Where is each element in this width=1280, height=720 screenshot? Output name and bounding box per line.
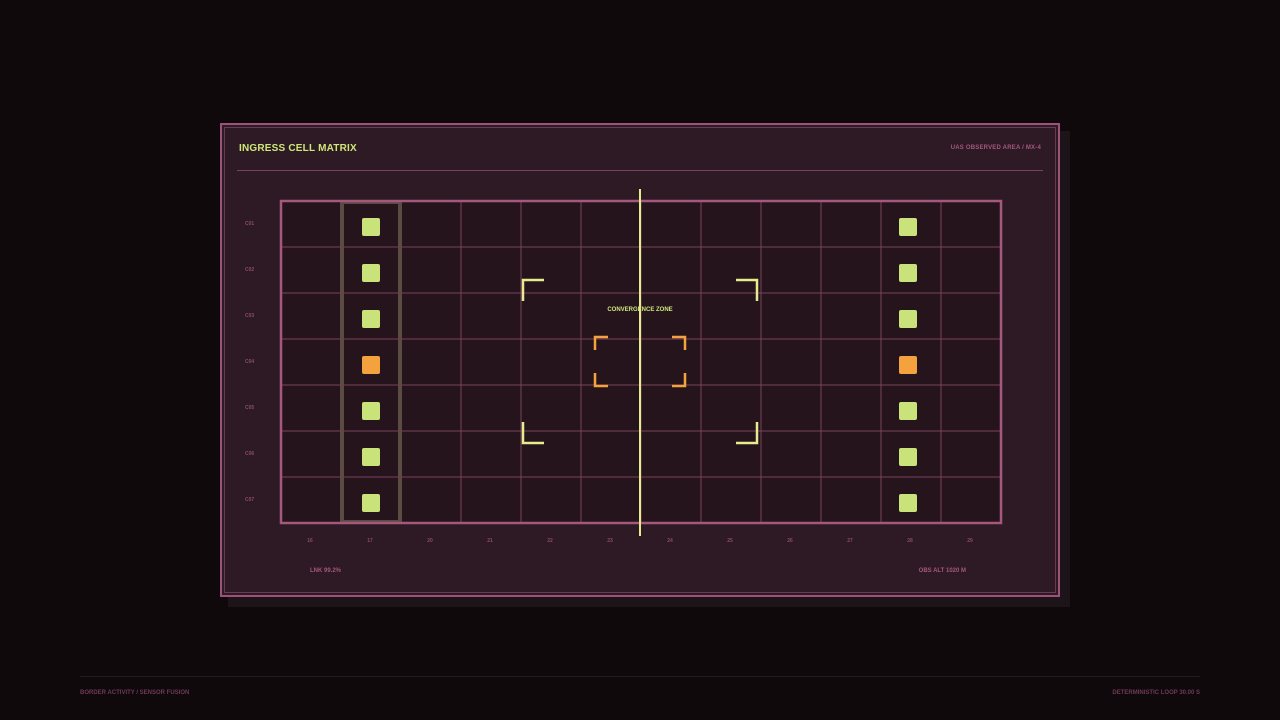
left-status-marker	[362, 448, 380, 466]
row-label: C03	[245, 313, 255, 319]
right-status-marker	[899, 448, 917, 466]
row-label: C04	[245, 359, 255, 365]
right-status-marker	[899, 494, 917, 512]
row-label: C06	[245, 451, 255, 457]
cell-matrix	[279, 189, 1003, 536]
right-status-marker	[899, 264, 917, 282]
footer-right-text: DETERMINISTIC LOOP 30.00 S	[1112, 690, 1200, 696]
right-status-marker	[899, 356, 917, 374]
row-label: C05	[245, 405, 255, 411]
footer-left-text: BORDER ACTIVITY / SENSOR FUSION	[80, 690, 190, 696]
column-label: 16	[307, 538, 313, 544]
link-status: LNK 99.2%	[310, 568, 342, 574]
column-label: 17	[367, 538, 373, 544]
column-label: 26	[787, 538, 793, 544]
left-status-marker	[362, 218, 380, 236]
right-status-marker	[899, 310, 917, 328]
right-status-marker	[899, 402, 917, 420]
column-label: 20	[427, 538, 433, 544]
column-label: 27	[847, 538, 853, 544]
left-status-marker	[362, 356, 380, 374]
left-status-marker	[362, 264, 380, 282]
footer-divider	[80, 676, 1200, 677]
column-label: 23	[607, 538, 613, 544]
right-status-marker	[899, 218, 917, 236]
column-label: 24	[667, 538, 673, 544]
row-label: C02	[245, 267, 255, 273]
left-status-marker	[362, 402, 380, 420]
column-label: 25	[727, 538, 733, 544]
row-label: C01	[245, 221, 255, 227]
left-status-marker	[362, 310, 380, 328]
row-label: C07	[245, 497, 255, 503]
column-label: 28	[907, 538, 913, 544]
column-label: 29	[967, 538, 973, 544]
obs-altitude: OBS ALT 1020 M	[918, 568, 966, 574]
column-label: 21	[487, 538, 493, 544]
convergence-zone-label: CONVERGENCE ZONE	[607, 307, 673, 313]
column-label: 22	[547, 538, 553, 544]
left-status-marker	[362, 494, 380, 512]
